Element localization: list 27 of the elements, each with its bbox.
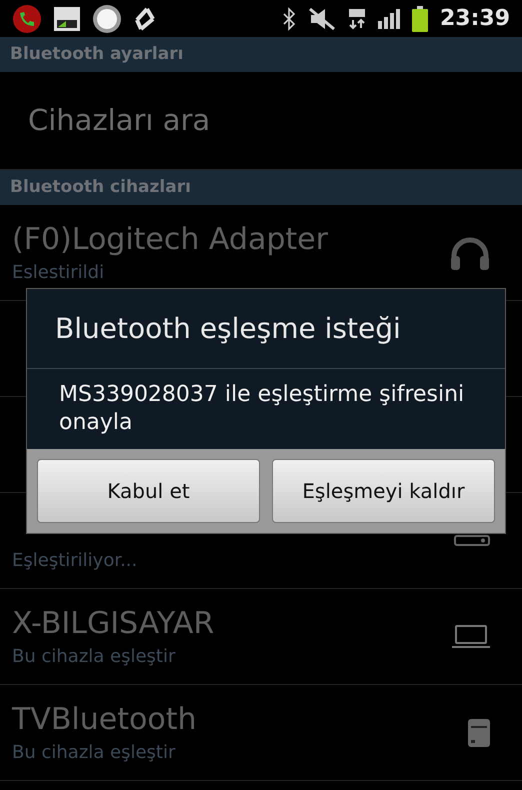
battery-icon	[412, 6, 428, 32]
phone-call-icon	[12, 4, 42, 34]
device-status: Eşleştiriliyor...	[12, 548, 138, 572]
dialog-button[interactable]: Eşleşmeyi kaldır	[272, 459, 495, 523]
device-name: X-BILGISAYAR	[12, 604, 216, 642]
device-name: (F0)Logitech Adapter	[12, 220, 329, 258]
mute-icon	[308, 6, 336, 30]
laptop-icon	[452, 624, 490, 648]
device-name: TVBluetooth	[12, 700, 198, 738]
clock: 23:39	[440, 5, 510, 33]
section-header: Bluetooth cihazları	[0, 170, 522, 205]
network-icon	[54, 6, 80, 30]
device-status: Bu cihazla eşleştir	[12, 644, 176, 668]
signal-icon	[378, 8, 400, 28]
bluetooth-icon	[282, 6, 296, 30]
device-item[interactable]: X-BILGISAYAR Bu cihazla eşleştir	[0, 589, 522, 685]
circle-icon	[92, 4, 122, 34]
section-header: Bluetooth ayarları	[0, 37, 522, 72]
device-item[interactable]: TVBluetooth Bu cihazla eşleştir	[0, 685, 522, 781]
dialog-button[interactable]: Kabul et	[37, 459, 260, 523]
device-status: Eslestirildi	[12, 260, 106, 284]
data-arrows-icon	[348, 6, 366, 30]
device-status: Bu cihazla eşleştir	[12, 740, 176, 764]
headphones-icon	[450, 236, 490, 270]
dialog-message: MS339028037 ile eşleştirme şifresini onayla	[58, 381, 466, 437]
phone-icon	[468, 718, 490, 746]
dialog-title: Bluetooth eşleşme isteği	[27, 289, 505, 369]
